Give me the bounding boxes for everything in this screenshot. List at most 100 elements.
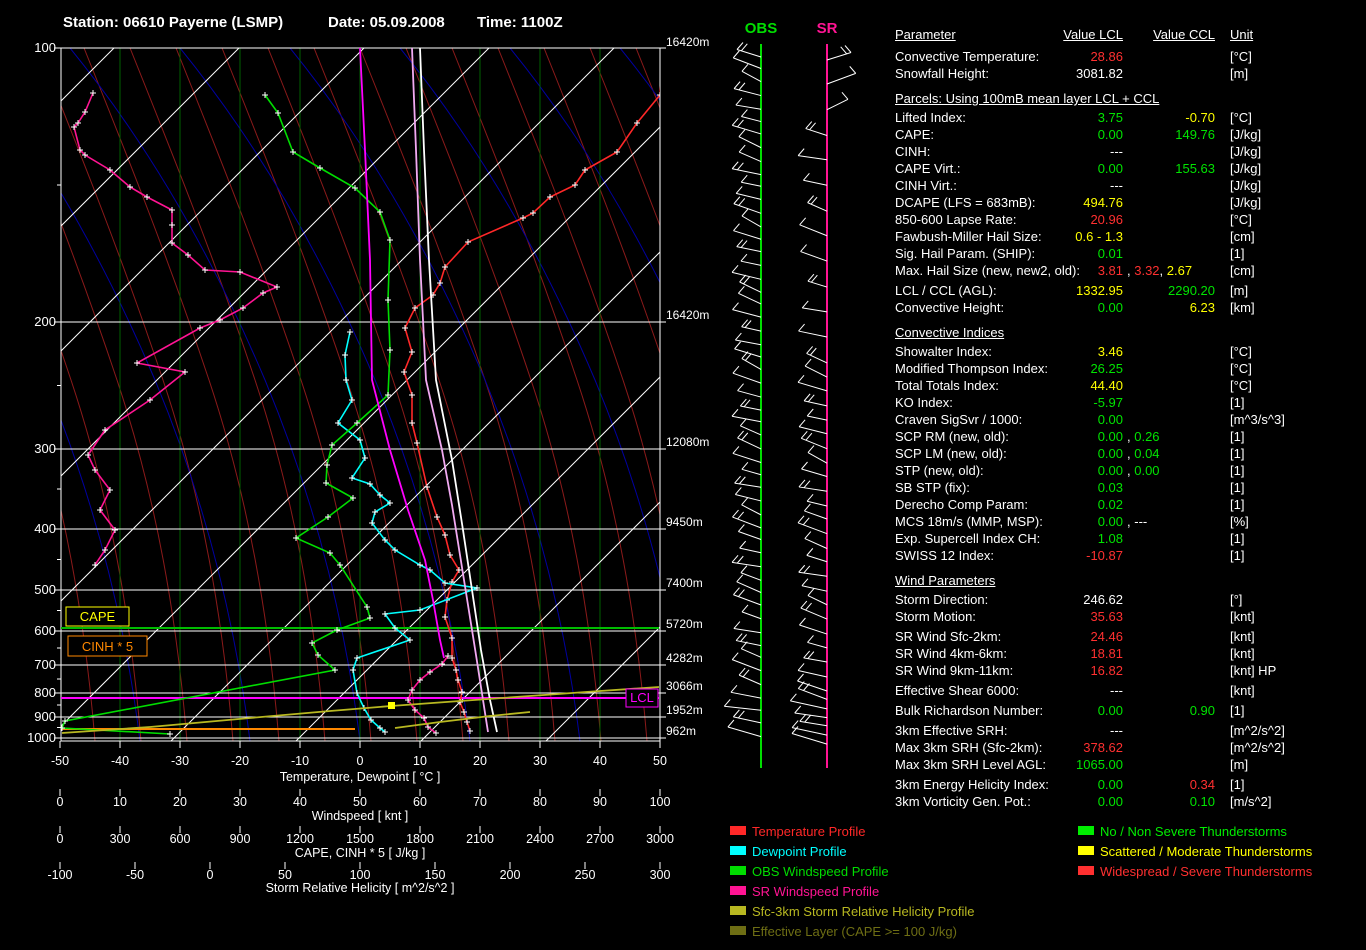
- section-header: Parcels: Using 100mB mean layer LCL + CC…: [895, 91, 1159, 106]
- col-header-value-ccl: Value CCL: [1100, 27, 1215, 42]
- legend-label: OBS Windspeed Profile: [752, 864, 889, 879]
- table-row: Fawbush-Miller Hail Size:0.6 - 1.3[cm]: [0, 229, 1366, 246]
- unit-label: [1]: [1230, 480, 1244, 495]
- value-lcl: 0.00: [948, 446, 1123, 461]
- unit-label: [1]: [1230, 777, 1244, 792]
- unit-label: [knt]: [1230, 683, 1255, 698]
- unit-label: [knt]: [1230, 646, 1255, 661]
- unit-label: [°C]: [1230, 110, 1252, 125]
- legend-swatch: [730, 826, 746, 835]
- unit-label: [m]: [1230, 66, 1248, 81]
- value-lcl: 18.81: [948, 646, 1123, 661]
- table-row: ParameterValue LCLValue CCL Unit: [0, 27, 1366, 44]
- unit-label: [m^2/s^2]: [1230, 740, 1285, 755]
- value-lcl: 0.6 - 1.3: [948, 229, 1123, 244]
- table-row: CAPE:0.00149.76[J/kg]: [0, 127, 1366, 144]
- unit-label: [knt]: [1230, 629, 1255, 644]
- value-lcl: 26.25: [948, 361, 1123, 376]
- unit-label: [1]: [1230, 429, 1244, 444]
- unit-label: [J/kg]: [1230, 144, 1261, 159]
- value-lcl: 378.62: [948, 740, 1123, 755]
- table-row: SWISS 12 Index:-10.87[1]: [0, 548, 1366, 565]
- value-ccl: -0.70: [1100, 110, 1215, 125]
- table-row: Snowfall Height:3081.82[m]: [0, 66, 1366, 83]
- value-lcl: 20.96: [948, 212, 1123, 227]
- value-lcl-extra: , 0.00: [1127, 463, 1160, 478]
- unit-label: [°C]: [1230, 212, 1252, 227]
- value-ccl: 0.10: [1100, 794, 1215, 809]
- unit-label: [1]: [1230, 703, 1244, 718]
- unit-label: [cm]: [1230, 263, 1255, 278]
- value-lcl: 1.08: [948, 531, 1123, 546]
- value-ccl: 2290.20: [1100, 283, 1215, 298]
- col-header-parameter: Parameter: [895, 27, 956, 42]
- legend-label: No / Non Severe Thunderstorms: [1100, 824, 1287, 839]
- value-lcl: 0.00: [948, 794, 1123, 809]
- table-row: Sig. Hail Param. (SHIP):0.01[1]: [0, 246, 1366, 263]
- value-lcl-extra: , ---: [1127, 514, 1147, 529]
- section-header: Wind Parameters: [895, 573, 995, 588]
- table-row: Wind Parameters: [0, 573, 1366, 590]
- value-lcl: ---: [948, 178, 1123, 193]
- legend-swatch: [1078, 826, 1094, 835]
- table-row: Effective Shear 6000:---[knt]: [0, 683, 1366, 700]
- col-header-unit: Unit: [1230, 27, 1253, 42]
- table-row: 850-600 Lapse Rate:20.96[°C]: [0, 212, 1366, 229]
- table-row: Craven SigSvr / 1000:0.00[m^3/s^3]: [0, 412, 1366, 429]
- table-row: Exp. Supercell Index CH:1.08[1]: [0, 531, 1366, 548]
- unit-label: [1]: [1230, 395, 1244, 410]
- value-lcl-extra: , 0.26: [1127, 429, 1160, 444]
- table-row: Storm Direction:246.62[°]: [0, 592, 1366, 609]
- section-header: Convective Indices: [895, 325, 1004, 340]
- value-lcl: 1332.95: [948, 283, 1123, 298]
- unit-label: [J/kg]: [1230, 195, 1261, 210]
- table-row: SB STP (fix):0.03[1]: [0, 480, 1366, 497]
- value-lcl: 16.82: [948, 663, 1123, 678]
- value-lcl: 0.00: [948, 161, 1123, 176]
- table-row: Storm Motion:35.63[knt]: [0, 609, 1366, 626]
- value-lcl: 0.02: [948, 497, 1123, 512]
- table-row: SR Wind Sfc-2km:24.46[knt]: [0, 629, 1366, 646]
- table-row: CAPE Virt.:0.00155.63[J/kg]: [0, 161, 1366, 178]
- table-row: KO Index:-5.97[1]: [0, 395, 1366, 412]
- unit-label: [1]: [1230, 497, 1244, 512]
- value-lcl: 0.00: [948, 463, 1123, 478]
- legend-label: Sfc-3km Storm Relative Helicity Profile: [752, 904, 975, 919]
- legend-swatch: [730, 866, 746, 875]
- value-lcl: 0.00: [948, 300, 1123, 315]
- table-row: MCS 18m/s (MMP, MSP):0.00, ---[%]: [0, 514, 1366, 531]
- value-lcl-extra: , 0.04: [1127, 446, 1160, 461]
- table-row: CINH Virt.:---[J/kg]: [0, 178, 1366, 195]
- value-lcl: 3.81: [948, 263, 1123, 278]
- table-row: SCP RM (new, old):0.00, 0.26[1]: [0, 429, 1366, 446]
- value-ccl: 6.23: [1100, 300, 1215, 315]
- legend-swatch: [1078, 866, 1094, 875]
- table-row: 3km Effective SRH:---[m^2/s^2]: [0, 723, 1366, 740]
- value-lcl: 0.00: [948, 412, 1123, 427]
- unit-label: [1]: [1230, 463, 1244, 478]
- unit-label: [1]: [1230, 246, 1244, 261]
- table-row: Parcels: Using 100mB mean layer LCL + CC…: [0, 91, 1366, 108]
- col-header-value-lcl: Value LCL: [948, 27, 1123, 42]
- table-row: LCL / CCL (AGL):1332.952290.20[m]: [0, 283, 1366, 300]
- legend-swatch: [730, 906, 746, 915]
- value-lcl: 35.63: [948, 609, 1123, 624]
- table-row: DCAPE (LFS = 683mB):494.76[J/kg]: [0, 195, 1366, 212]
- table-row: Max. Hail Size (new, new2, old):3.81, 3.…: [0, 263, 1366, 280]
- value-lcl: 494.76: [948, 195, 1123, 210]
- value-lcl: 0.03: [948, 480, 1123, 495]
- legend-swatch: [730, 886, 746, 895]
- table-row: SR Wind 9km-11km:16.82[knt] HP: [0, 663, 1366, 680]
- value-lcl: ---: [948, 683, 1123, 698]
- table-row: Showalter Index:3.46[°C]: [0, 344, 1366, 361]
- table-row: STP (new, old):0.00, 0.00[1]: [0, 463, 1366, 480]
- legend-label: Effective Layer (CAPE >= 100 J/kg): [752, 924, 957, 939]
- legend-swatch: [1078, 846, 1094, 855]
- unit-label: [°C]: [1230, 344, 1252, 359]
- legend-swatch: [730, 926, 746, 935]
- value-lcl: -5.97: [948, 395, 1123, 410]
- value-lcl: 3081.82: [948, 66, 1123, 81]
- unit-label: [m^2/s^2]: [1230, 723, 1285, 738]
- unit-label: [1]: [1230, 446, 1244, 461]
- unit-label: [m]: [1230, 283, 1248, 298]
